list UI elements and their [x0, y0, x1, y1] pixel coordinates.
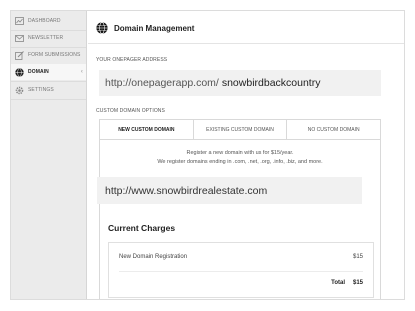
pricing-note: Register a new domain with us for $15/ye… — [186, 150, 294, 156]
page-header: Domain Management — [96, 22, 194, 34]
divider — [11, 99, 86, 100]
charge-item-label: New Domain Registration — [119, 254, 188, 260]
domain-option-tabs: NEW CUSTOM DOMAIN EXISTING CUSTOM DOMAIN… — [99, 119, 381, 140]
new-domain-input[interactable]: http://www.snowbirdrealestate.com — [97, 177, 362, 204]
total-label: Total — [331, 280, 345, 286]
edit-form-icon — [15, 50, 24, 60]
total-price: $15 — [352, 280, 363, 286]
envelope-icon — [15, 34, 24, 43]
tld-note: We register domains ending in .com, .net… — [157, 159, 323, 165]
tab-existing-custom-domain[interactable]: EXISTING CUSTOM DOMAIN — [194, 120, 288, 139]
onepager-address-field[interactable]: http://onepagerapp.com/ snowbirdbackcoun… — [99, 70, 381, 96]
gear-icon — [15, 86, 24, 95]
divider — [119, 271, 363, 272]
dashboard-icon — [15, 17, 24, 26]
globe-icon — [96, 22, 108, 34]
sidebar: DASHBOARD NEWSLETTER FORM SUBMISSIONS DO… — [11, 11, 87, 299]
chevron-left-icon: ‹ — [80, 69, 83, 75]
page-title: Domain Management — [114, 23, 195, 33]
sidebar-item-label: NEWSLETTER — [28, 35, 64, 41]
table-row: New Domain Registration $15 — [119, 254, 363, 260]
address-subdomain: snowbirdbackcountry — [221, 77, 321, 89]
main-content: Domain Management YOUR ONEPAGER ADDRESS … — [88, 11, 404, 299]
tab-new-custom-domain[interactable]: NEW CUSTOM DOMAIN — [100, 120, 194, 139]
onepager-address-label: YOUR ONEPAGER ADDRESS — [96, 57, 168, 63]
sidebar-item-label: SETTINGS — [28, 87, 54, 93]
sidebar-item-label: FORM SUBMISSIONS — [28, 52, 81, 58]
app-frame: DASHBOARD NEWSLETTER FORM SUBMISSIONS DO… — [10, 10, 405, 300]
sidebar-item-label: DASHBOARD — [28, 18, 61, 24]
charges-table: New Domain Registration $15 Total $15 — [108, 242, 374, 298]
sidebar-item-dashboard[interactable]: DASHBOARD — [11, 13, 86, 29]
tab-no-custom-domain[interactable]: NO CUSTOM DOMAIN — [287, 120, 380, 139]
current-charges-title: Current Charges — [108, 223, 176, 233]
sidebar-item-label: DOMAIN — [28, 69, 49, 75]
address-prefix: http://onepagerapp.com/ — [105, 77, 219, 89]
sidebar-item-domain[interactable]: DOMAIN ‹ — [11, 64, 86, 80]
divider — [88, 43, 404, 44]
sidebar-item-form-submissions[interactable]: FORM SUBMISSIONS — [11, 47, 86, 63]
charge-item-price: $15 — [352, 254, 363, 260]
total-row: Total $15 — [119, 280, 363, 286]
sidebar-item-settings[interactable]: SETTINGS — [11, 82, 86, 98]
sidebar-item-newsletter[interactable]: NEWSLETTER — [11, 30, 86, 46]
custom-domain-options-label: CUSTOM DOMAIN OPTIONS — [96, 108, 165, 114]
globe-icon — [15, 67, 24, 77]
